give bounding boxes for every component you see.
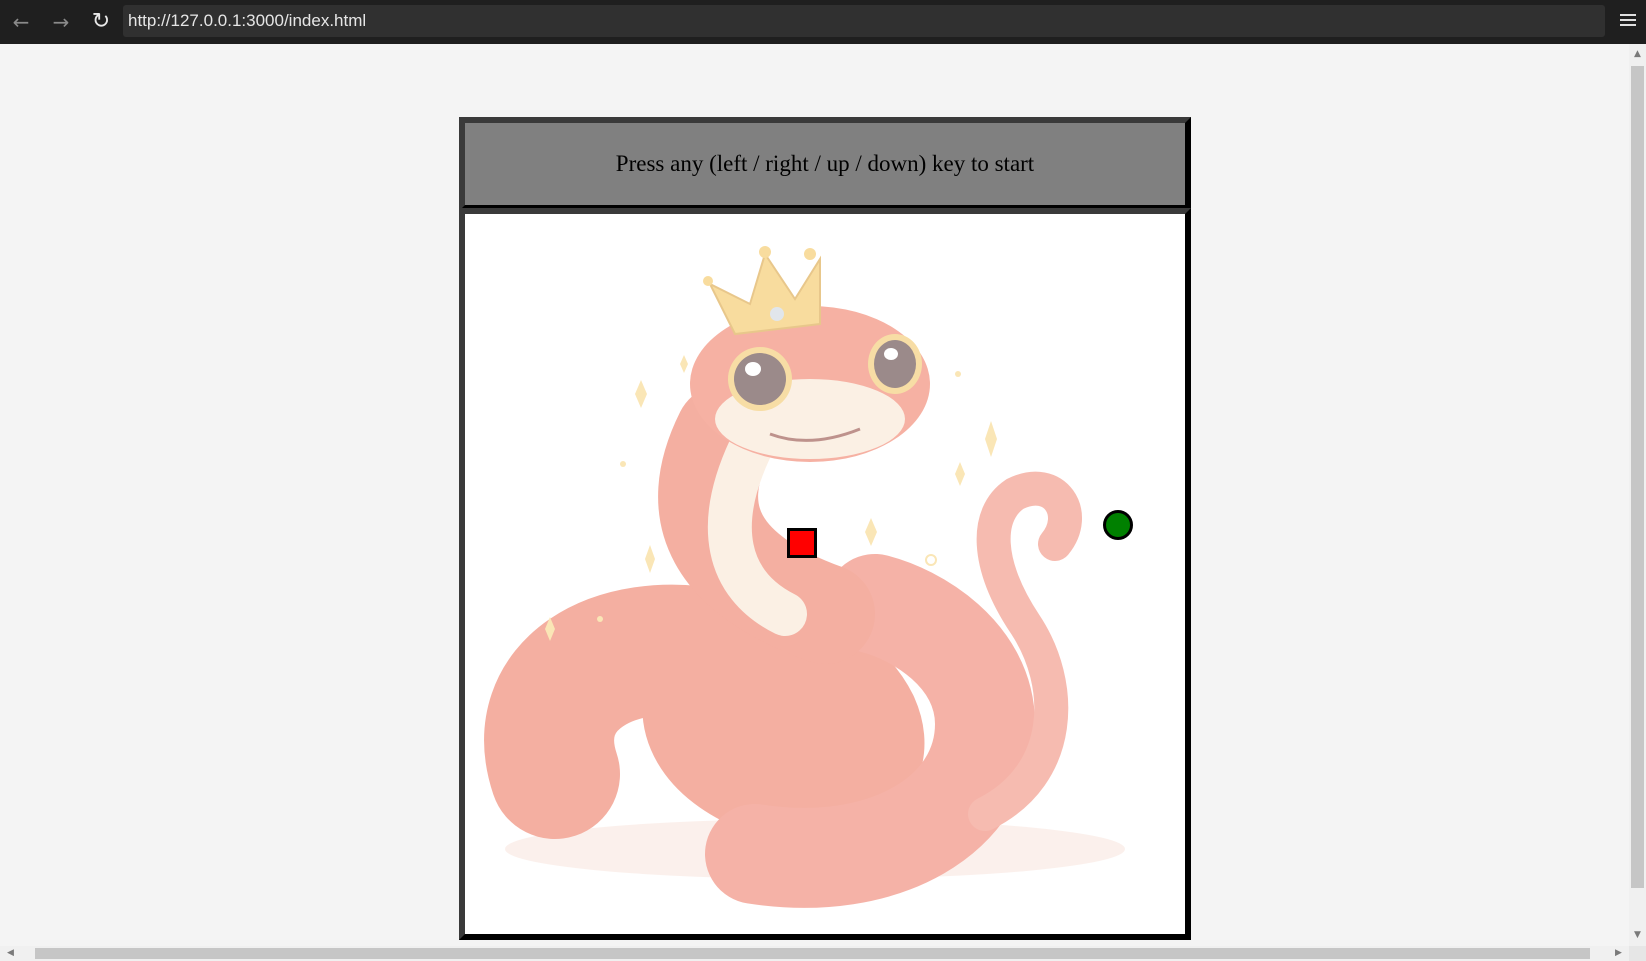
scroll-right-arrow-icon[interactable]: ▶: [1610, 946, 1627, 961]
browser-toolbar: ← → ↻ http://127.0.0.1:3000/index.html: [0, 0, 1646, 44]
hamburger-menu-icon[interactable]: [1616, 8, 1640, 32]
horizontal-scrollbar[interactable]: ◀ ▶: [0, 946, 1629, 961]
forward-arrow-icon[interactable]: →: [46, 7, 76, 37]
page-viewport: Press any (left / right / up / down) key…: [0, 44, 1629, 946]
scroll-down-arrow-icon[interactable]: ▼: [1629, 927, 1646, 944]
snake-head: [1103, 510, 1133, 540]
scroll-left-arrow-icon[interactable]: ◀: [2, 946, 19, 961]
snake-background-illustration: [484, 246, 1125, 908]
game-header: Press any (left / right / up / down) key…: [459, 117, 1191, 211]
scrollbar-corner: [1629, 946, 1646, 961]
back-arrow-icon[interactable]: ←: [6, 7, 36, 37]
food-square: [787, 528, 817, 558]
status-message: Press any (left / right / up / down) key…: [615, 151, 1035, 176]
vertical-scroll-thumb[interactable]: [1631, 66, 1644, 888]
reload-icon[interactable]: ↻: [86, 7, 116, 37]
game-board[interactable]: [459, 208, 1191, 940]
scroll-up-arrow-icon[interactable]: ▲: [1629, 46, 1646, 63]
vertical-scrollbar[interactable]: ▲ ▼: [1629, 44, 1646, 946]
horizontal-scroll-thumb[interactable]: [35, 948, 1590, 959]
address-bar[interactable]: http://127.0.0.1:3000/index.html: [123, 5, 1605, 37]
